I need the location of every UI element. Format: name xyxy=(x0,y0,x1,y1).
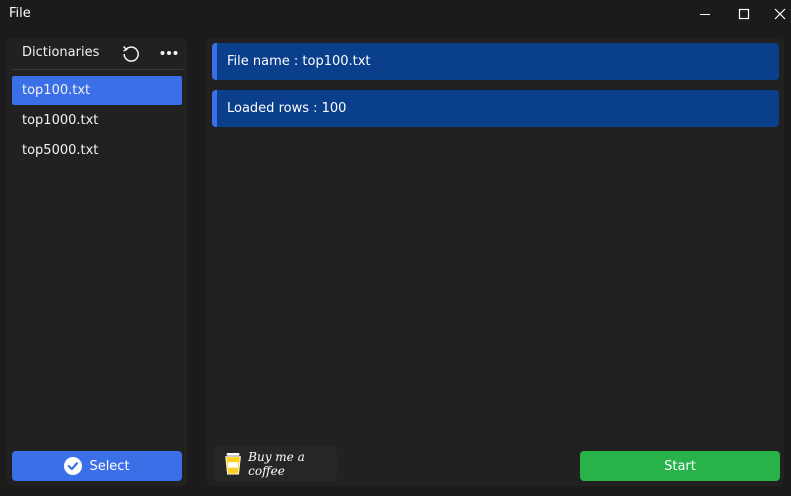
close-icon xyxy=(774,8,786,20)
dictionaries-title: Dictionaries xyxy=(22,45,100,60)
select-button[interactable]: Select xyxy=(12,451,182,481)
main-panel: File name : top100.txt Loaded rows : 100… xyxy=(207,38,784,486)
header-divider xyxy=(11,69,183,70)
more-icon xyxy=(160,51,178,55)
dictionary-item[interactable]: top1000.txt xyxy=(12,106,182,135)
dictionaries-panel: Dictionaries top100.txt top1000.txt top5… xyxy=(7,38,187,486)
coffee-cup-icon xyxy=(225,453,241,475)
refresh-icon xyxy=(122,45,139,62)
check-circle-icon xyxy=(64,457,83,475)
buy-me-a-coffee-button[interactable]: Buy me a coffee xyxy=(213,446,337,482)
dictionary-item[interactable]: top5000.txt xyxy=(12,136,182,165)
loaded-rows-card: Loaded rows : 100 xyxy=(212,90,779,127)
refresh-button[interactable] xyxy=(120,42,142,64)
title-bar: File xyxy=(0,0,791,28)
minimize-button[interactable] xyxy=(687,0,723,28)
maximize-button[interactable] xyxy=(726,0,762,28)
maximize-icon xyxy=(738,8,750,20)
minimize-icon xyxy=(700,14,710,15)
window-title: File xyxy=(9,6,31,21)
coffee-label: Buy me a coffee xyxy=(248,450,305,478)
dictionaries-header: Dictionaries xyxy=(7,38,187,68)
dictionary-item[interactable]: top100.txt xyxy=(12,76,182,105)
file-name-card: File name : top100.txt xyxy=(212,43,779,80)
select-label: Select xyxy=(89,458,130,474)
more-button[interactable] xyxy=(158,42,180,64)
start-button[interactable]: Start xyxy=(580,451,780,481)
dictionary-list: top100.txt top1000.txt top5000.txt xyxy=(12,76,182,166)
start-label: Start xyxy=(664,458,696,474)
close-button[interactable] xyxy=(762,0,791,28)
